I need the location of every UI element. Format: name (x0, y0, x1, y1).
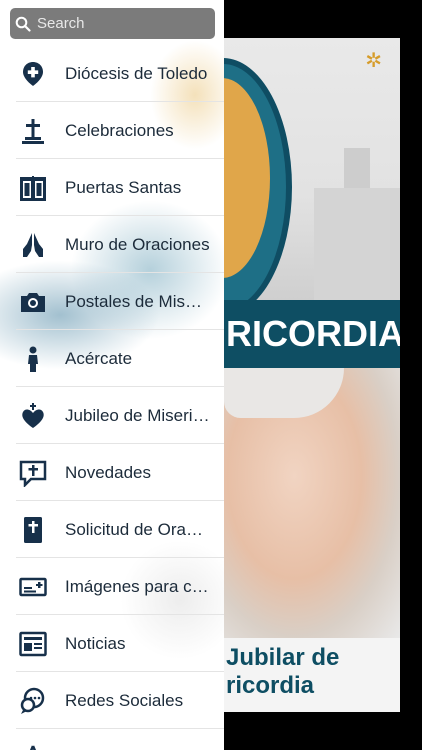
menu-item-diocesis[interactable]: Diócesis de Toledo (0, 45, 224, 102)
chat-cross-icon (19, 459, 47, 487)
menu-label: Solicitud de Oración (65, 519, 210, 539)
cross-altar-icon (19, 117, 47, 145)
footer-line-2: ricordia (226, 672, 315, 699)
menu-label: Imágenes para compartir (65, 576, 210, 596)
menu-label: Redes Sociales (65, 690, 184, 710)
menu-item-puertas-santas[interactable]: Puertas Santas (0, 159, 224, 216)
menu-label: Celebraciones (65, 120, 174, 140)
image-card-icon (19, 573, 47, 601)
menu-label: Puertas Santas (65, 177, 182, 197)
menu-label: Jubileo de Misericordia (65, 405, 210, 425)
background-app-view: ✲ RICORDIA Jubilar de ricordia (224, 38, 400, 712)
map-pin-plus-icon (19, 60, 47, 88)
person-icon (19, 345, 47, 373)
camera-icon (19, 288, 47, 316)
menu-item-acercate[interactable]: Acércate (0, 330, 224, 387)
banner-text: RICORDIA (226, 313, 400, 354)
menu-item-novedades[interactable]: Novedades (0, 444, 224, 501)
sacred-heart-icon (19, 402, 47, 430)
side-drawer: Diócesis de Toledo Celebraciones Puertas… (0, 0, 224, 750)
triangle-icon (19, 744, 47, 750)
menu-item-celebraciones[interactable]: Celebraciones (0, 102, 224, 159)
footer-line-1: Jubilar de (226, 644, 340, 671)
social-bubbles-icon (19, 687, 47, 715)
menu-label: Postales de Misericordia (65, 291, 210, 311)
praying-hands-icon (19, 231, 47, 259)
menu-label: Acércate (65, 348, 133, 368)
menu-label: Noticias (65, 633, 126, 653)
menu-item-jubileo[interactable]: Jubileo de Misericordia (0, 387, 224, 444)
search-input[interactable] (35, 14, 209, 33)
menu-item-solicitud-oracion[interactable]: Solicitud de Oración (0, 501, 224, 558)
menu-item-more[interactable] (0, 729, 224, 750)
cathedral-building (314, 188, 400, 300)
menu-label: Novedades (65, 462, 152, 482)
menu-item-noticias[interactable]: Noticias (0, 615, 224, 672)
menu-item-muro-oraciones[interactable]: Muro de Oraciones (0, 216, 224, 273)
holy-door-icon (19, 174, 47, 202)
jubilee-footer-title: Jubilar de ricordia (224, 638, 400, 712)
menu-item-redes-sociales[interactable]: Redes Sociales (0, 672, 224, 729)
menu-label: Diócesis de Toledo (65, 63, 208, 83)
misericordia-banner: RICORDIA (224, 300, 400, 368)
bible-icon (19, 516, 47, 544)
menu-label: Muro de Oraciones (65, 234, 210, 254)
search-bar[interactable] (10, 8, 215, 39)
search-icon (15, 16, 31, 32)
drawer-menu: Diócesis de Toledo Celebraciones Puertas… (0, 45, 224, 750)
newspaper-icon (19, 630, 47, 658)
menu-item-imagenes[interactable]: Imágenes para compartir (0, 558, 224, 615)
menu-item-postales[interactable]: Postales de Misericordia (0, 273, 224, 330)
share-icon[interactable]: ✲ (365, 48, 382, 73)
